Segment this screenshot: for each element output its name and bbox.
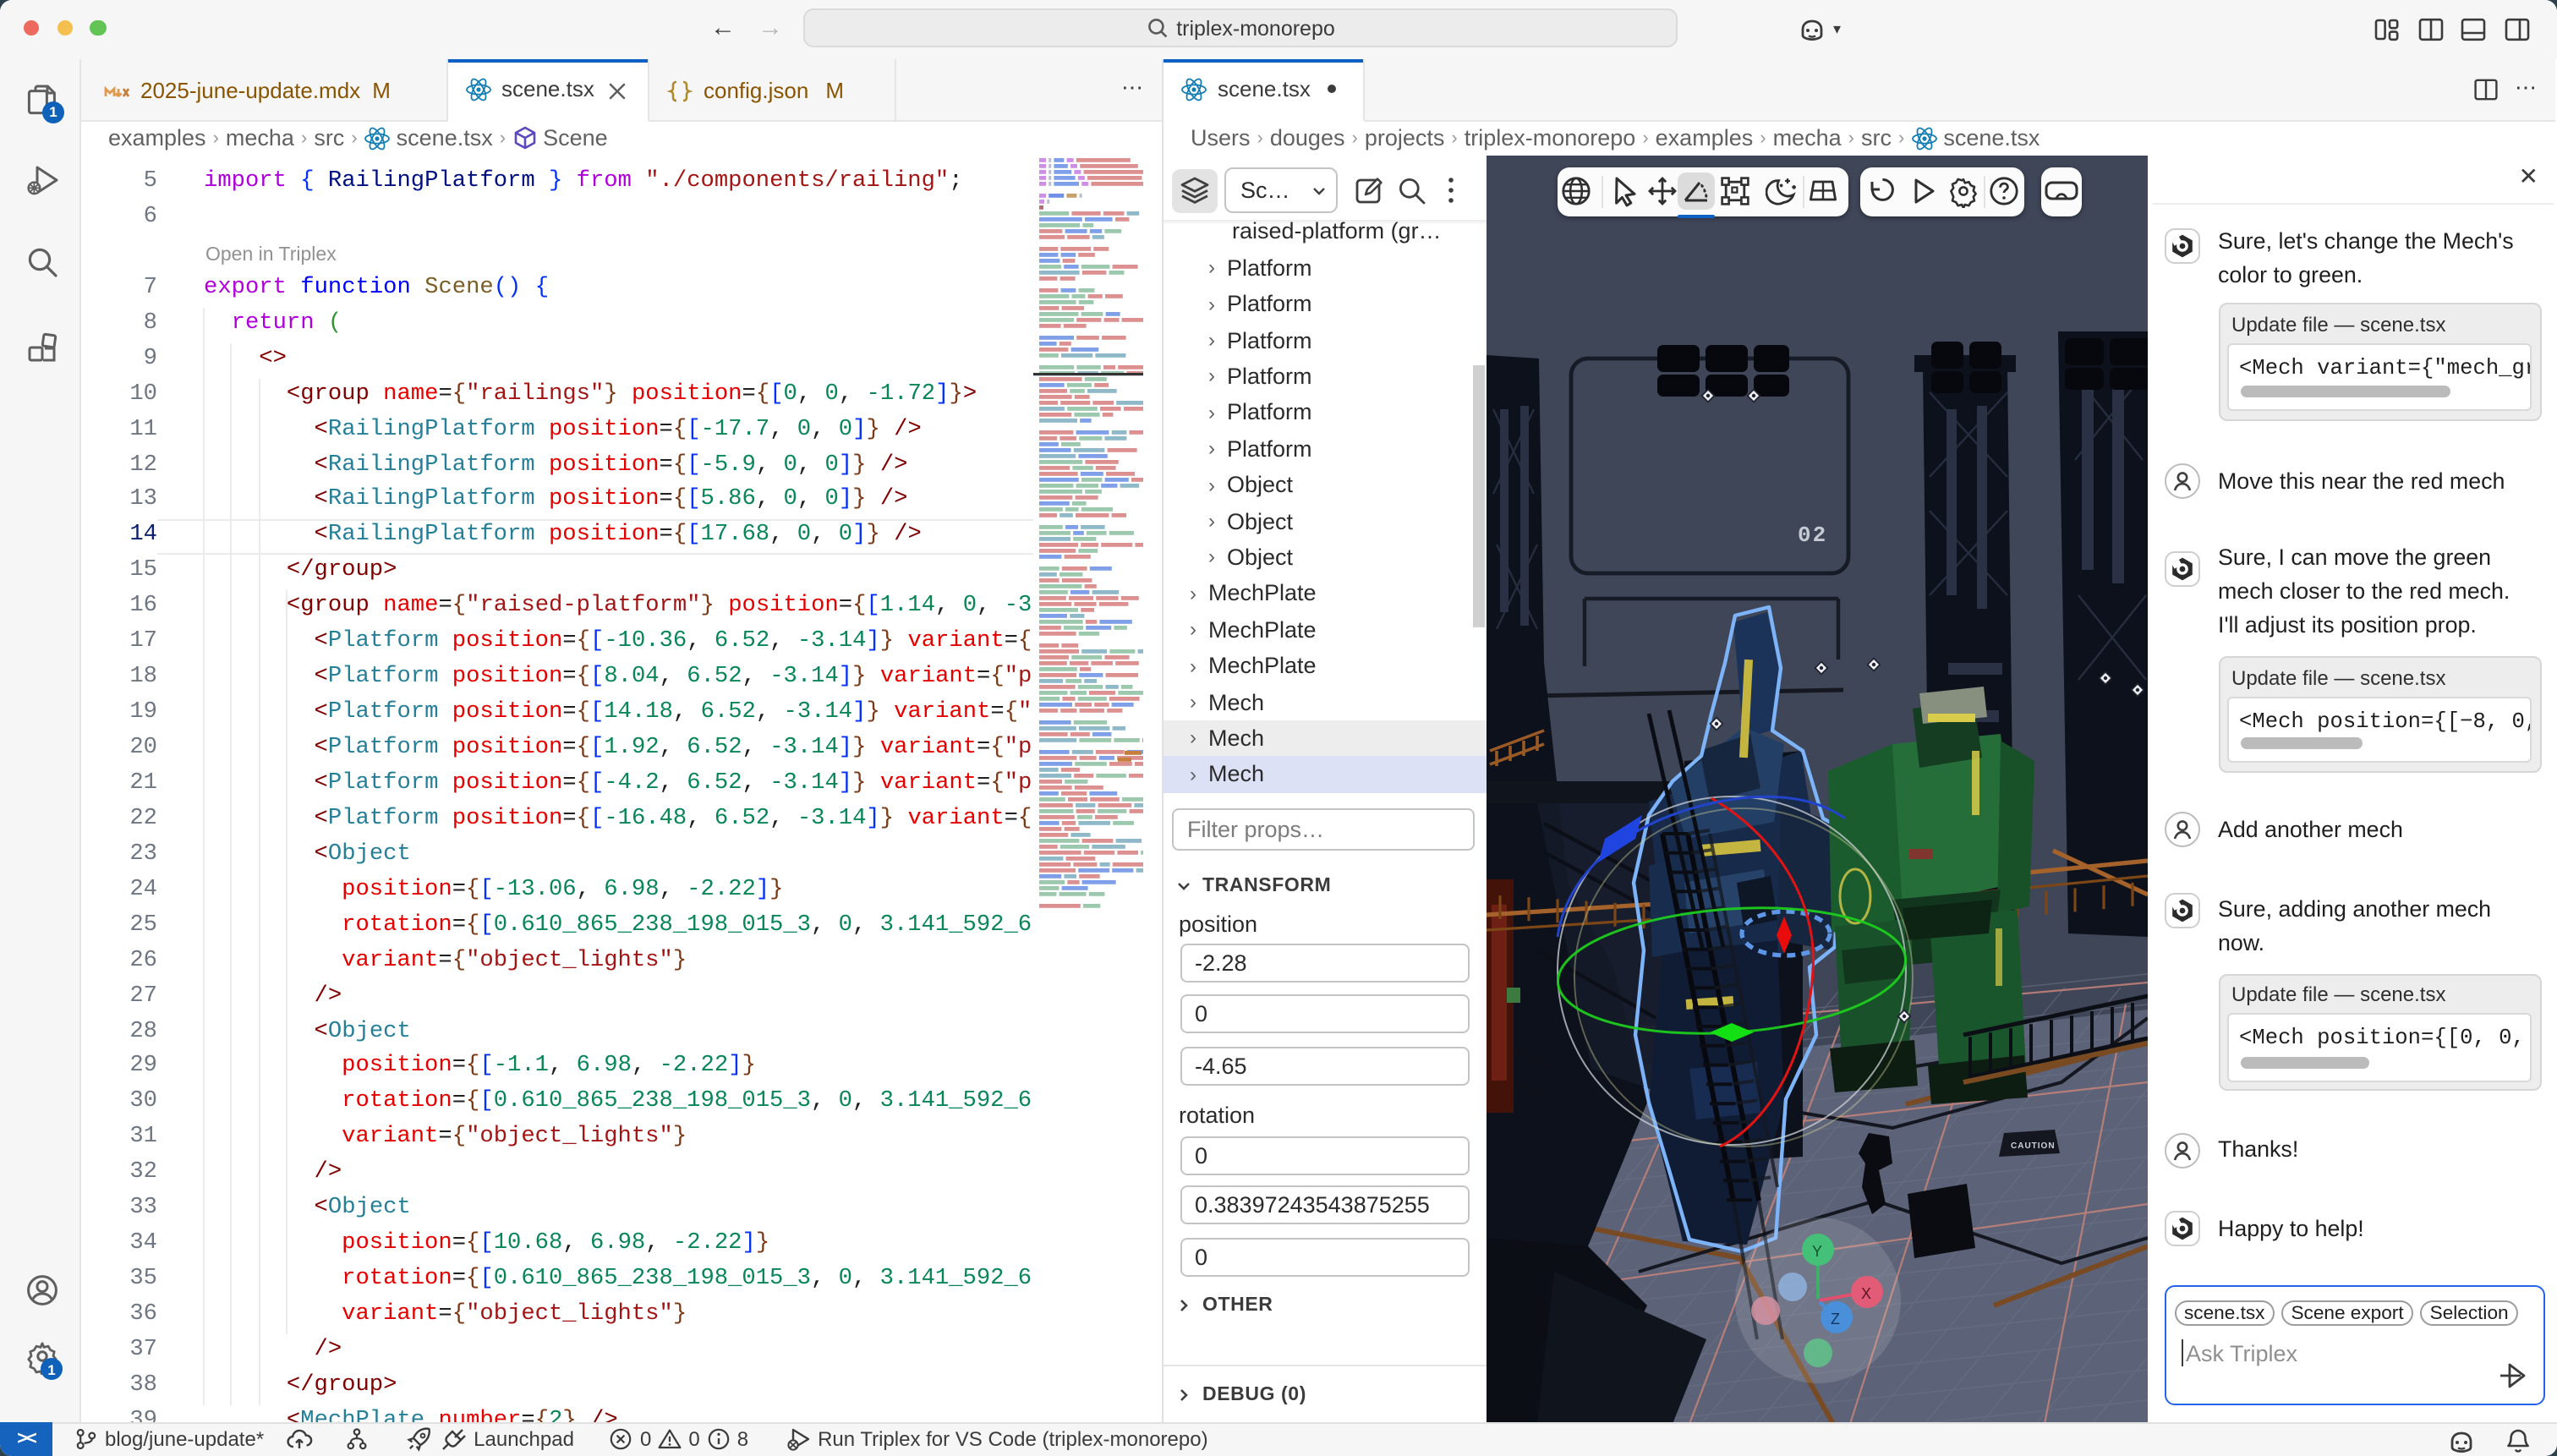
svg-text:X: X (1861, 1285, 1871, 1302)
svg-text:02: 02 (1798, 523, 1827, 548)
svg-text:Y: Y (1812, 1243, 1822, 1260)
svg-text:CAUTION: CAUTION (2011, 1141, 2056, 1151)
svg-text:Z: Z (1831, 1311, 1840, 1327)
